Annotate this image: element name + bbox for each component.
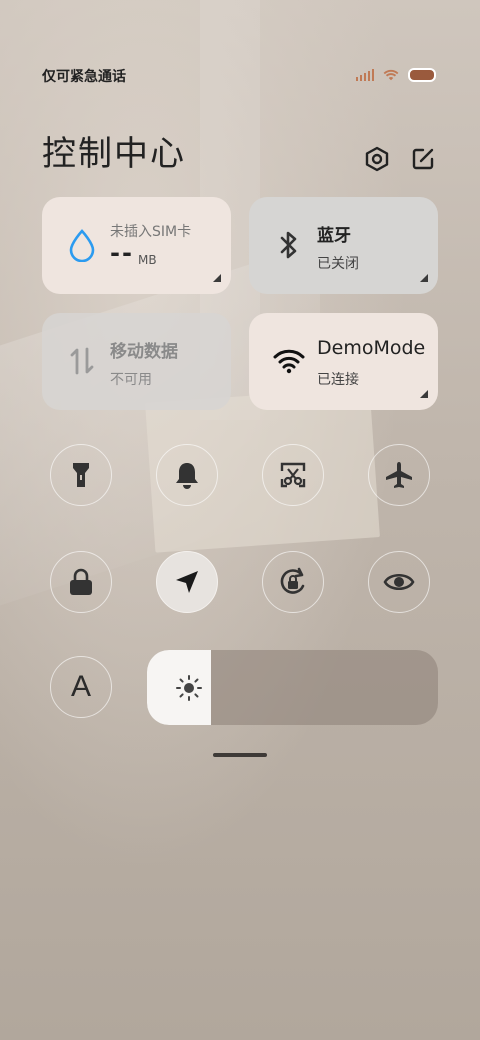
flashlight-toggle[interactable] bbox=[50, 444, 112, 506]
expand-corner-icon bbox=[420, 274, 428, 282]
airplane-icon bbox=[386, 462, 412, 488]
rotation-lock-toggle[interactable] bbox=[262, 551, 324, 613]
expand-corner-icon bbox=[213, 274, 221, 282]
wifi-status: 已连接 bbox=[317, 372, 359, 388]
screenshot-scissors-icon bbox=[280, 462, 306, 488]
bluetooth-title: 蓝牙 bbox=[317, 226, 351, 246]
data-usage-unit: MB bbox=[138, 253, 157, 267]
screenshot-toggle[interactable] bbox=[262, 444, 324, 506]
signal-icon bbox=[356, 69, 374, 81]
expand-corner-icon bbox=[420, 390, 428, 398]
wifi-network-name: DemoMode bbox=[317, 337, 426, 359]
bell-icon bbox=[176, 463, 198, 489]
edit-button[interactable] bbox=[408, 144, 438, 174]
water-drop-icon bbox=[64, 227, 100, 263]
location-arrow-icon bbox=[176, 571, 198, 593]
sim-status-label: 未插入SIM卡 bbox=[110, 224, 192, 240]
sun-icon bbox=[171, 670, 207, 706]
wifi-status-icon bbox=[383, 69, 399, 81]
wifi-icon bbox=[271, 343, 307, 379]
data-usage-value: -- bbox=[110, 239, 134, 267]
carrier-text: 仅可紧急通话 bbox=[42, 69, 126, 85]
bluetooth-status: 已关闭 bbox=[317, 256, 359, 272]
hexagon-settings-icon bbox=[365, 146, 389, 172]
lock-icon bbox=[70, 568, 92, 595]
mobile-data-arrows-icon bbox=[64, 343, 100, 379]
brightness-slider[interactable] bbox=[147, 650, 438, 725]
bluetooth-icon bbox=[271, 227, 307, 263]
mobile-data-status: 不可用 bbox=[110, 372, 152, 388]
drag-handle[interactable] bbox=[213, 753, 267, 757]
settings-button[interactable] bbox=[362, 144, 392, 174]
status-bar: 仅可紧急通话 bbox=[0, 66, 480, 88]
bluetooth-tile[interactable]: 蓝牙 已关闭 bbox=[249, 197, 438, 294]
bell-toggle[interactable] bbox=[156, 444, 218, 506]
eye-comfort-toggle[interactable] bbox=[368, 551, 430, 613]
airplane-toggle[interactable] bbox=[368, 444, 430, 506]
eye-icon bbox=[383, 573, 415, 591]
edit-icon bbox=[412, 148, 434, 170]
page-title: 控制中心 bbox=[42, 134, 186, 174]
flashlight-icon bbox=[73, 463, 89, 487]
mobile-data-tile[interactable]: 移动数据 不可用 bbox=[42, 313, 231, 410]
font-a-icon: A bbox=[70, 670, 91, 703]
wifi-tile[interactable]: DemoMode 已连接 bbox=[249, 313, 438, 410]
status-icons bbox=[356, 68, 436, 82]
rotation-lock-icon bbox=[280, 567, 305, 594]
font-size-toggle[interactable]: A bbox=[50, 656, 112, 718]
lock-toggle[interactable] bbox=[50, 551, 112, 613]
data-usage-tile[interactable]: 未插入SIM卡 -- MB bbox=[42, 197, 231, 294]
mobile-data-title: 移动数据 bbox=[110, 342, 178, 362]
location-toggle[interactable] bbox=[156, 551, 218, 613]
battery-icon bbox=[408, 68, 436, 82]
